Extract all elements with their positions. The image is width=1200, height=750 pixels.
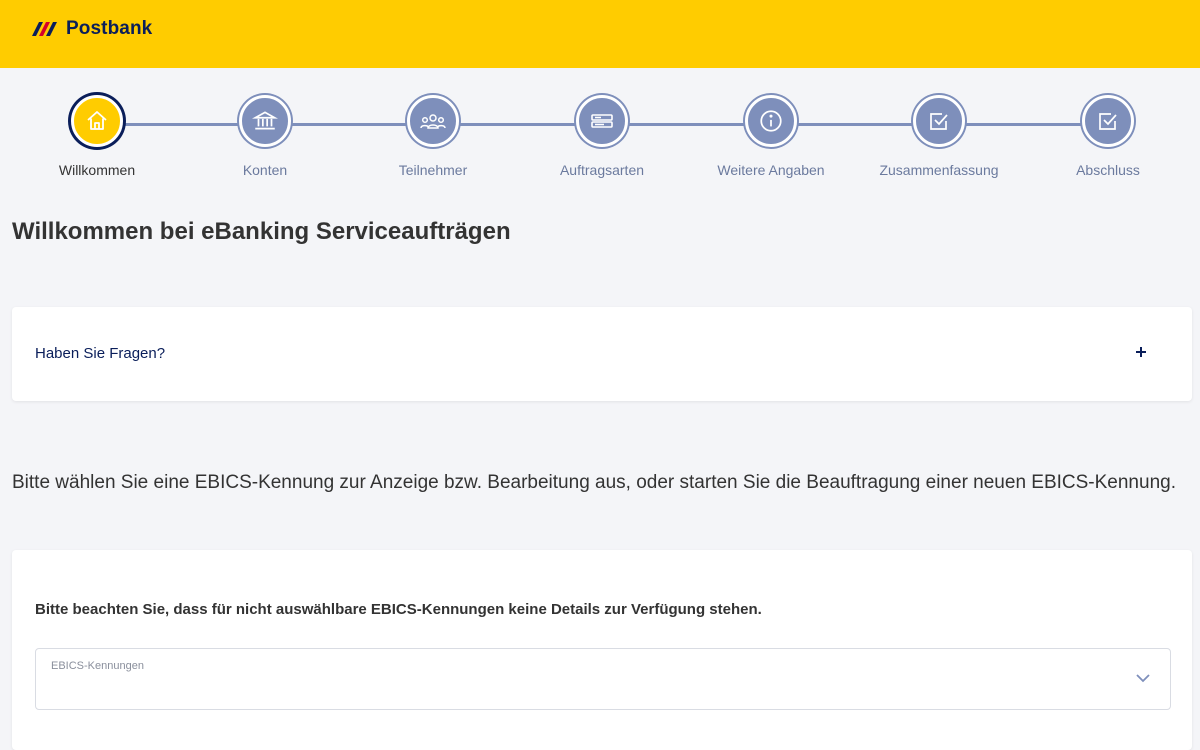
step-label: Weitere Angaben — [717, 162, 825, 178]
faq-accordion[interactable]: Haben Sie Fragen? — [12, 307, 1192, 401]
checkbox-icon — [1099, 113, 1117, 130]
step-circle — [1082, 95, 1134, 147]
step-circle — [913, 95, 965, 147]
plus-icon[interactable] — [1132, 343, 1150, 361]
step-circle — [71, 95, 123, 147]
ebics-selection-card: Bitte beachten Sie, dass für nicht auswä… — [12, 550, 1192, 750]
page-title: Willkommen bei eBanking Serviceaufträgen — [12, 218, 511, 245]
home-icon — [87, 111, 107, 130]
step-label: Willkommen — [58, 162, 136, 178]
postbank-logo-icon — [32, 22, 57, 36]
chevron-down-icon[interactable] — [1134, 669, 1152, 687]
faq-title: Haben Sie Fragen? — [35, 345, 166, 362]
step-circle — [576, 95, 628, 147]
postbank-logo[interactable]: Postbank — [30, 18, 152, 40]
order-types-icon — [591, 114, 613, 128]
step-label: Konten — [242, 162, 288, 178]
step-circle — [407, 95, 459, 147]
step-willkommen[interactable]: Willkommen — [17, 92, 177, 178]
step-weitere-angaben[interactable]: Weitere Angaben — [691, 92, 851, 178]
step-teilnehmer[interactable]: Teilnehmer — [353, 92, 513, 178]
selection-notice: Bitte beachten Sie, dass für nicht auswä… — [35, 601, 762, 618]
step-label: Abschluss — [1076, 162, 1140, 178]
select-label: EBICS-Kennungen — [51, 660, 144, 672]
info-icon — [760, 110, 782, 132]
step-circle — [239, 95, 291, 147]
checkbox-icon — [930, 113, 948, 130]
step-abschluss[interactable]: Abschluss — [1028, 92, 1188, 178]
step-label: Zusammenfassung — [879, 162, 999, 178]
ebics-kennungen-select[interactable]: EBICS-Kennungen — [35, 648, 1171, 710]
step-label: Auftragsarten — [559, 162, 645, 178]
step-konten[interactable]: Konten — [185, 92, 345, 178]
bank-icon — [252, 111, 278, 130]
intro-text: Bitte wählen Sie eine EBICS-Kennung zur … — [12, 472, 1176, 493]
step-auftragsarten[interactable]: Auftragsarten — [522, 92, 682, 178]
step-circle — [745, 95, 797, 147]
progress-stepper: Willkommen Konten Teilnehmer Auftragsart… — [0, 92, 1200, 192]
app-header: Postbank — [0, 0, 1200, 68]
step-label: Teilnehmer — [398, 162, 468, 178]
step-zusammenfassung[interactable]: Zusammenfassung — [859, 92, 1019, 178]
brand-name: Postbank — [66, 18, 153, 39]
users-icon — [420, 114, 446, 129]
